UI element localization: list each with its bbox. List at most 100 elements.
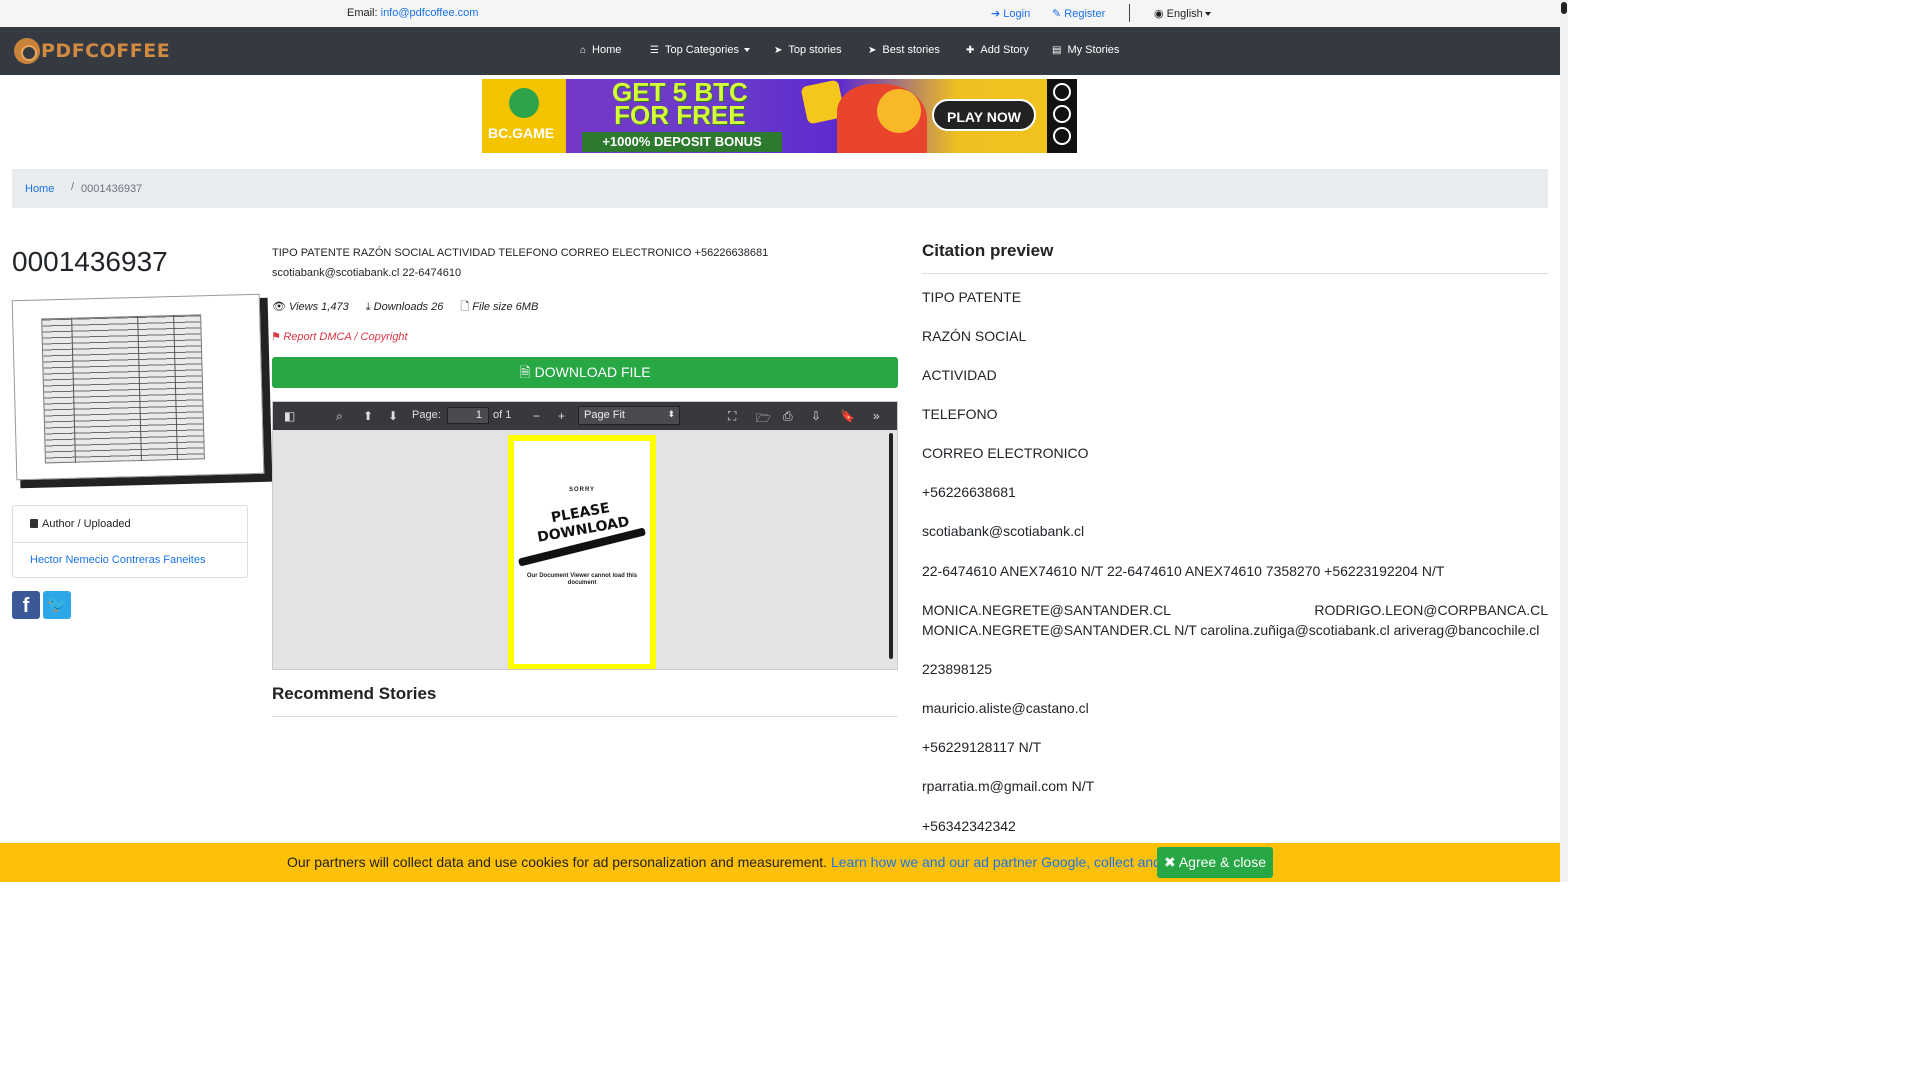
author-link[interactable]: Hector Nemecio Contreras Faneites — [30, 554, 205, 566]
logo-text: PDFCOFFEE — [41, 40, 171, 62]
plus-icon: ✚ — [966, 45, 975, 56]
ad-brand-icon — [509, 88, 539, 118]
nav-add-story[interactable]: ✚ Add Story — [966, 44, 1029, 56]
coffee-logo-icon — [14, 38, 40, 64]
top-bar: Email: info@pdfcoffee.com ➔ Login ✎ Regi… — [0, 0, 1560, 27]
author-card: Author / Uploaded Hector Nemecio Contrer… — [12, 505, 248, 578]
language-dropdown[interactable]: ◉ English — [1154, 7, 1211, 20]
citation-line: 223898125 — [922, 661, 993, 677]
contact-email: Email: info@pdfcoffee.com — [347, 7, 478, 19]
main-navbar: PDFCOFFEE ⌂ Home ☰ Top Categories ➤ Top sto… — [0, 27, 1560, 75]
email-link[interactable]: info@pdfcoffee.com — [381, 7, 479, 19]
language-label: English — [1166, 8, 1203, 20]
nav-top-stories-label: Top stories — [788, 44, 842, 56]
ad-headline: GET 5 BTC FOR FREE — [612, 79, 748, 131]
breadcrumb-separator: / — [71, 181, 75, 193]
author-name[interactable]: Hector Nemecio Contreras Faneites — [13, 543, 247, 566]
thumbnail-table — [41, 314, 205, 464]
breadcrumb-home[interactable]: Home — [25, 183, 54, 195]
login-label: Login — [1003, 8, 1031, 20]
previous-page-icon[interactable]: ⬆ — [363, 409, 373, 423]
file-icon: ▤ — [1052, 45, 1062, 56]
pdf-toolbar: ◧ ⌕ ⬆ ⬇ Page: 1 of 1 − + Page Fit ⛶ 🗁 ⎙ … — [273, 402, 897, 430]
register-link[interactable]: ✎ Register — [1052, 7, 1105, 20]
download-file-button[interactable]: 🗎 DOWNLOAD FILE — [272, 357, 898, 388]
nav-my-stories[interactable]: ▤ My Stories — [1052, 44, 1119, 56]
nav-home[interactable]: ⌂ Home — [580, 44, 621, 56]
download-button-label: DOWNLOAD FILE — [534, 364, 651, 380]
ad-choice-icon — [1053, 105, 1071, 123]
caret-down-icon — [744, 48, 751, 53]
zoom-out-icon[interactable]: − — [533, 409, 540, 423]
nav-top-categories[interactable]: ☰ Top Categories — [650, 44, 751, 56]
ad-banner[interactable]: BC.GAME GET 5 BTC FOR FREE +1000% DEPOSI… — [482, 79, 1077, 153]
more-tools-icon[interactable]: » — [873, 409, 880, 423]
zoom-select[interactable]: Page Fit — [578, 406, 680, 425]
citation-line: scotiabank@scotiabank.cl — [922, 523, 1085, 539]
viewer-scrollbar[interactable] — [889, 433, 893, 659]
nav-best-stories[interactable]: ➤ Best stories — [868, 44, 940, 56]
nav-top-stories[interactable]: ➤ Top stories — [774, 44, 842, 56]
divider — [1129, 4, 1130, 22]
page-scrollbar[interactable] — [1560, 0, 1568, 882]
facebook-share-button[interactable]: f — [12, 591, 40, 619]
nav-top-categories-label: Top Categories — [664, 44, 739, 56]
page-title: 0001436937 — [12, 246, 168, 277]
paper-plane-icon: ➤ — [774, 45, 783, 56]
close-icon: ✖ — [1163, 854, 1176, 870]
site-logo[interactable]: PDFCOFFEE — [14, 37, 170, 65]
nav-home-label: Home — [592, 44, 622, 56]
divider — [922, 273, 1548, 274]
scrollbar-thumb[interactable] — [1561, 2, 1567, 14]
citation-line: +56342342342 — [922, 818, 1016, 834]
pdf-viewer[interactable]: ◧ ⌕ ⬆ ⬇ Page: 1 of 1 − + Page Fit ⛶ 🗁 ⎙ … — [272, 401, 898, 670]
ad-headline-line-2: FOR FREE — [614, 100, 746, 131]
citation-line: TELEFONO — [922, 406, 998, 422]
citation-line: MONICA.NEGRETE@SANTANDER.CL N/T carolina… — [922, 622, 1540, 638]
download-icon[interactable]: ⇩ — [811, 409, 821, 423]
agree-close-label: Agree & close — [1178, 854, 1267, 870]
ad-brand-text: BC.GAME — [488, 125, 555, 141]
citation-line: 22-6474610 ANEX74610 N/T 22-6474610 ANEX… — [922, 563, 1445, 579]
ad-brand-block: BC.GAME — [482, 79, 566, 153]
citation-line: RODRIGO.LEON@CORPBANCA.CL — [1314, 602, 1548, 618]
flag-icon: ⚑ — [272, 331, 281, 343]
globe-icon: ◉ — [1154, 8, 1164, 20]
edit-icon: ✎ — [1052, 8, 1062, 20]
zoom-in-icon[interactable]: + — [558, 409, 565, 423]
open-file-icon[interactable]: 🗁 — [756, 409, 771, 430]
breadcrumb: Home / 0001436937 — [12, 169, 1548, 208]
ad-bonus-text: +1000% DEPOSIT BONUS — [582, 132, 782, 152]
sorry-text: SORRY — [568, 487, 596, 493]
agree-close-button[interactable]: ✖ Agree & close — [1157, 847, 1273, 878]
citation-line: rparratia.m@gmail.com N/T — [922, 778, 1095, 794]
facebook-icon: f — [22, 595, 30, 617]
citation-line: MONICA.NEGRETE@SANTANDER.CL — [922, 602, 1171, 618]
home-icon: ⌂ — [580, 45, 587, 56]
eye-icon: 👁 — [272, 301, 286, 313]
ad-play-button[interactable]: PLAY NOW — [932, 99, 1036, 131]
ad-side-icons — [1047, 79, 1077, 153]
twitter-share-button[interactable]: 🐦 — [43, 591, 71, 619]
cookie-text: Our partners will collect data and use c… — [287, 854, 1222, 870]
views-label: Views 1,473 — [288, 301, 349, 313]
pdf-page: SORRY PLEASE DOWNLOAD Our Document Viewe… — [508, 435, 656, 669]
filesize-label: File size 6MB — [472, 301, 539, 313]
document-thumbnail[interactable] — [11, 293, 273, 489]
search-icon[interactable]: ⌕ — [336, 409, 343, 424]
sidebar-toggle-icon[interactable]: ◧ — [284, 409, 295, 423]
next-page-icon[interactable]: ⬇ — [388, 409, 398, 423]
nav-add-story-label: Add Story — [980, 44, 1029, 56]
cookie-consent-bar: Our partners will collect data and use c… — [0, 843, 1560, 882]
fullscreen-icon[interactable]: ⛶ — [728, 409, 736, 424]
citation-line: CORREO ELECTRONICO — [922, 445, 1089, 461]
print-icon[interactable]: ⎙ — [783, 409, 793, 424]
document-stats: 👁 Views 1,473 ⤓ Downloads 26 🗋 File size 6M… — [272, 298, 552, 317]
bookmark-icon[interactable]: 🔖 — [840, 409, 855, 423]
login-link[interactable]: ➔ Login — [991, 7, 1030, 20]
pdf-file-icon: 🗎 — [519, 364, 531, 380]
page-number-input[interactable]: 1 — [447, 407, 489, 424]
sign-in-icon: ➔ — [991, 8, 1001, 20]
thumbnail-page — [11, 293, 265, 481]
report-dmca-link[interactable]: ⚑ Report DMCA / Copyright — [272, 330, 408, 343]
